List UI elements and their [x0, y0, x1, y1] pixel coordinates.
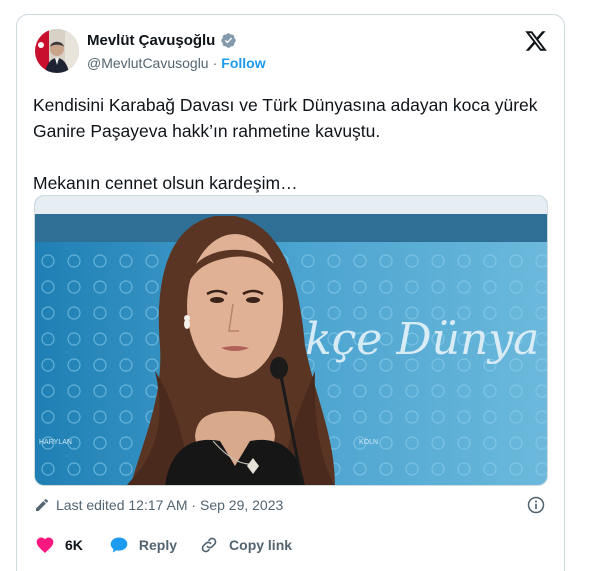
- link-icon: [201, 537, 217, 553]
- like-button[interactable]: 6K: [35, 535, 83, 555]
- tweet-photo[interactable]: kçe Dünya HARYLAN KÖLN: [34, 195, 548, 486]
- banner-small-text-right: KÖLN: [359, 438, 378, 446]
- reply-bubble-icon: [110, 537, 128, 553]
- pencil-icon: [36, 498, 49, 511]
- x-logo-icon[interactable]: [524, 29, 548, 53]
- banner-text: kçe Dünya: [305, 314, 539, 365]
- tweet-card: Mevlüt Çavuşoğlu @MevlutCavusoglu · Foll…: [16, 14, 565, 571]
- reply-button[interactable]: Reply: [109, 535, 177, 555]
- author-name[interactable]: Mevlüt Çavuşoğlu: [87, 32, 215, 49]
- avatar[interactable]: [35, 29, 79, 73]
- copy-link-button[interactable]: Copy link: [199, 535, 292, 555]
- copy-link-label: Copy link: [229, 537, 293, 553]
- tweet-line-2: Mekanın cennet olsun kardeşim…: [33, 173, 298, 193]
- tweet-text: Kendisini Karabağ Davası ve Türk Dünyası…: [33, 92, 553, 196]
- separator-dot: ·: [212, 55, 218, 71]
- tweet-line-1: Kendisini Karabağ Davası ve Türk Dünyası…: [33, 95, 538, 141]
- tweet-actions: 6K Reply Copy link: [35, 535, 292, 555]
- info-icon[interactable]: [526, 495, 546, 515]
- edited-info[interactable]: Last edited 12:17 AM · Sep 29, 2023: [34, 497, 283, 513]
- author-handle[interactable]: @MevlutCavusoglu: [87, 55, 209, 71]
- banner-small-text-left: HARYLAN: [39, 439, 72, 446]
- follow-button[interactable]: Follow: [221, 55, 265, 71]
- verified-badge-icon: [221, 33, 237, 48]
- edited-timestamp[interactable]: Last edited 12:17 AM · Sep 29, 2023: [56, 497, 283, 513]
- like-count: 6K: [65, 537, 83, 553]
- heart-icon: [36, 537, 54, 553]
- reply-label: Reply: [138, 537, 178, 553]
